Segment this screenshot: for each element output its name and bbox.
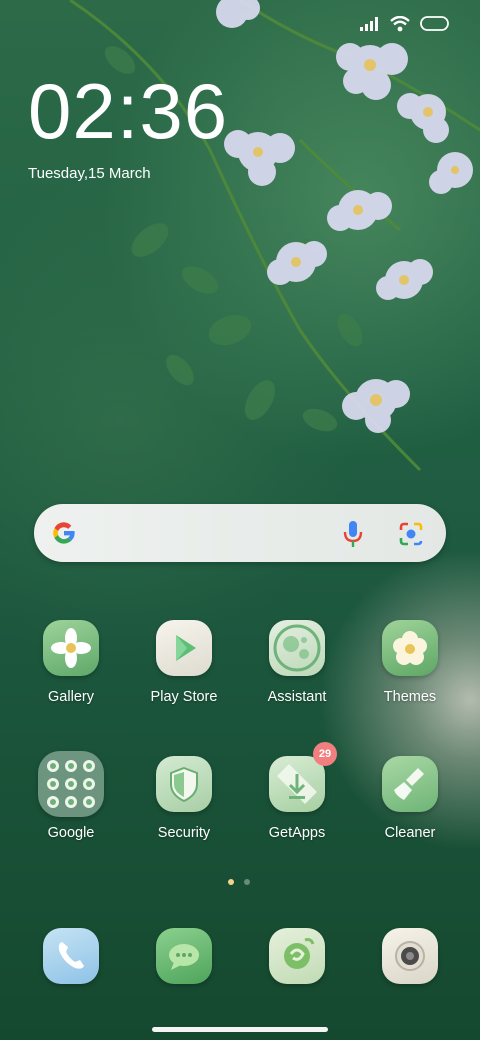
app-gallery[interactable]: Gallery [16,620,126,705]
play-store-icon [156,620,212,676]
wifi-icon [390,16,410,32]
dock-browser[interactable] [242,928,352,984]
dock-messages[interactable] [129,928,239,984]
notification-badge: 29 [313,742,337,766]
themes-flower-icon [382,620,438,676]
app-label: Gallery [48,689,94,705]
app-label: Google [47,825,95,841]
google-folder-icon [38,751,104,817]
app-assistant[interactable]: Assistant [242,620,352,705]
page-dot[interactable] [244,879,250,885]
app-security[interactable]: Security [129,756,239,841]
dock-phone[interactable] [16,928,126,984]
dock-camera[interactable] [355,928,465,984]
messages-icon [156,928,212,984]
google-search-bar[interactable] [34,504,446,562]
app-label: Themes [383,689,437,705]
cleaner-brush-icon [382,756,438,812]
signal-bars-icon [360,17,378,31]
app-label: Assistant [267,689,327,705]
battery-icon [420,16,449,31]
app-play-store[interactable]: Play Store [129,620,239,705]
app-label: Cleaner [384,825,436,841]
page-dot-active[interactable] [228,879,234,885]
phone-icon [43,928,99,984]
camera-icon [382,928,438,984]
assistant-icon [269,620,325,676]
app-cleaner[interactable]: Cleaner [355,756,465,841]
gallery-flower-icon [43,620,99,676]
app-getapps[interactable]: 29 GetApps [242,742,352,841]
google-lens-icon[interactable] [398,521,424,547]
gesture-navigation-bar[interactable] [152,1027,328,1032]
clock-date[interactable]: Tuesday,15 March [28,165,151,182]
microphone-icon[interactable] [343,520,363,548]
app-google-folder[interactable]: Google [16,751,126,841]
clock-time[interactable]: 02:36 [28,72,228,150]
app-label: Play Store [150,689,218,705]
page-indicator[interactable] [228,879,250,885]
getapps-download-icon: 29 [269,742,337,812]
google-g-icon [53,522,75,544]
app-label: Security [157,825,211,841]
app-label: GetApps [268,825,326,841]
browser-icon [269,928,325,984]
security-shield-icon [156,756,212,812]
app-themes[interactable]: Themes [355,620,465,705]
status-bar [360,16,450,32]
